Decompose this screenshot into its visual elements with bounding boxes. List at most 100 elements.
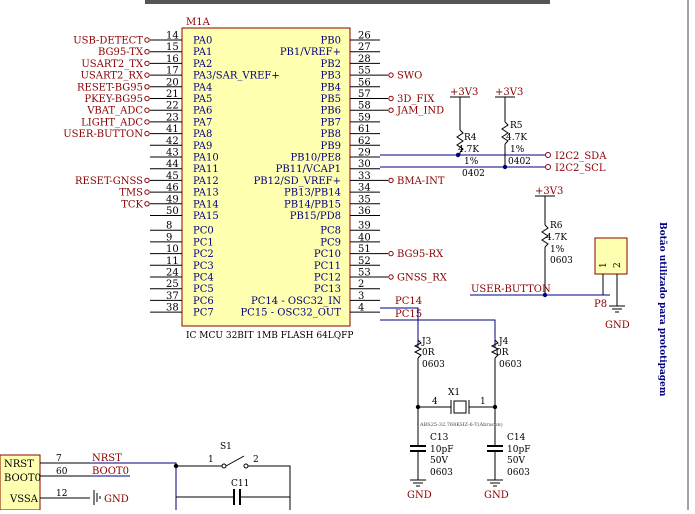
r5-ref: R5 [510, 121, 523, 131]
mcu-pin-number: 21 [166, 89, 179, 100]
mcu-net-port [144, 60, 150, 67]
mcu-pin-name: PC9 [320, 237, 341, 248]
boot0-pin-name: BOOT0 [4, 473, 41, 484]
mcu-pin-name: PC1 [193, 237, 214, 248]
mcu-pin-number: 53 [358, 268, 371, 279]
mcu-pin-number: 15 [166, 42, 179, 53]
p8-gnd-label: GND [605, 320, 630, 331]
schematic-svg: M1A IC MCU 32BIT 1MB FLASH 64LQFP 14 PA0U… [0, 0, 689, 511]
mcu-net-port [144, 49, 150, 55]
mcu-pin-name: PA15 [193, 211, 219, 222]
mcu-pin-name: PC13 [314, 284, 341, 295]
c14-voltage: 50V [507, 456, 525, 466]
mcu-pin-number: 57 [358, 89, 371, 100]
mcu-pin-number: 20 [166, 77, 179, 88]
mcu-net-port [144, 107, 150, 113]
c11-ref: C11 [231, 479, 249, 489]
mcu-net-port [144, 201, 150, 207]
p8-ref: P8 [594, 299, 607, 310]
boot0-pin-num: 60 [56, 467, 68, 477]
mcu-net-label: GNSS_RX [397, 273, 448, 284]
x1-pin-right: 1 [480, 397, 486, 407]
mcu-net-port [144, 95, 150, 102]
r6-package: 0603 [550, 256, 573, 266]
mcu-pin-name: PA4 [193, 82, 212, 93]
mcu-net-port [144, 119, 150, 125]
schematic-canvas: M1A IC MCU 32BIT 1MB FLASH 64LQFP 14 PA0 U… [0, 0, 695, 511]
mcu-pin-name: PC14 - OSC32_IN [251, 296, 341, 307]
j4-ref: J4 [498, 337, 509, 347]
mcu-net-port [388, 274, 394, 280]
mcu-net-label: USART2_TX [81, 59, 144, 70]
i2c-sda-port [545, 152, 551, 158]
s1-contact-right [243, 463, 249, 469]
mcu-pin-name: PA1 [193, 47, 212, 58]
x1-crystal-body [453, 400, 467, 414]
mcu-net-port [144, 84, 150, 90]
r6-ref: R6 [550, 221, 563, 231]
mcu-pin-number: 61 [358, 124, 371, 135]
c14-ref: C14 [507, 433, 526, 443]
mcu-pin-name: PC2 [193, 249, 214, 260]
mcu-net-label: BG95-RX [397, 249, 444, 260]
mcu-net-label: SWO [397, 71, 422, 82]
mcu-pin-name: PC0 [193, 226, 214, 237]
i2c-scl-label: I2C2_SCL [555, 163, 606, 174]
mcu-net-port [388, 107, 394, 113]
mcu-net-label: USER-BUTTON [63, 129, 143, 140]
mcu-pin-name: PA8 [193, 129, 212, 140]
mcu-pin-number: 52 [358, 256, 371, 267]
mcu-pin-number: 16 [166, 54, 179, 65]
mcu-net-label: TMS [119, 188, 143, 199]
mcu-net-label: BG95-TX [98, 47, 144, 58]
c14-package: 0603 [507, 468, 530, 478]
mcu-net-label: LIGHT_ADC [81, 117, 143, 128]
mcu-pin-name: PB1/VREF+ [280, 47, 341, 58]
nrst-net-label: NRST [92, 453, 122, 464]
x1-ref: X1 [448, 388, 460, 398]
mcu-pin-name: PA0 [193, 36, 212, 47]
mcu-pin-number: 35 [358, 194, 371, 205]
mcu-net-label: USART2_RX [80, 71, 143, 82]
mcu-net-label: PKEY-BG95 [84, 94, 143, 105]
r6-tolerance: 1% [550, 245, 565, 255]
mcu-net-port [388, 250, 394, 257]
mcu-pin-name: PB4 [321, 82, 341, 93]
mcu-pin-name: PA3/SAR_VREF+ [193, 71, 280, 82]
mcu-pin-name: PA11 [193, 164, 219, 175]
mcu-pin-name: PA5 [193, 94, 212, 105]
r6-supply-label: +3V3 [535, 186, 563, 197]
mcu-pin-number: 49 [166, 194, 179, 205]
r4-package: 0402 [462, 169, 485, 179]
mcu-pin-number: 37 [166, 291, 179, 302]
mcu-net-label: VBAT_ADC [86, 106, 143, 117]
mcu-pin-number: 4 [358, 303, 364, 314]
j3-ref: J3 [421, 337, 432, 347]
mcu-pin-name: PB9 [321, 141, 341, 152]
c13-package: 0603 [430, 468, 453, 478]
mcu-pin-number: 58 [358, 101, 371, 112]
mcu-pin-number: 59 [358, 112, 371, 123]
r4-ref: R4 [464, 133, 477, 143]
mcu-pin-name: PC5 [193, 284, 214, 295]
mcu-pin-number: 30 [358, 159, 371, 170]
s1-pin1: 1 [208, 455, 214, 465]
mcu-pin-number: 44 [166, 159, 179, 170]
s1-pin2: 2 [253, 455, 259, 465]
mcu-pin-name: PC12 [314, 273, 341, 284]
mcu-pin-number: 39 [358, 221, 371, 232]
vssa-net-label: GND [104, 494, 129, 505]
s1-ref: S1 [220, 442, 232, 452]
mcu-pin-name: PB10/PE8 [290, 153, 341, 164]
j4-package: 0603 [499, 360, 522, 370]
pc15-wire [380, 319, 496, 348]
mcu-pin-number: 25 [166, 279, 179, 290]
mcu-pin-name: PB13/PB14 [284, 188, 341, 199]
mcu-pin-number: 26 [358, 31, 371, 42]
mcu-net-label: TCK [121, 199, 143, 210]
mcu-net-port [144, 177, 150, 184]
r5-package: 0402 [508, 157, 531, 167]
mcu-pin-name: PA2 [193, 59, 212, 70]
r5-value: 4.7K [506, 133, 527, 143]
c13-voltage: 50V [430, 456, 448, 466]
